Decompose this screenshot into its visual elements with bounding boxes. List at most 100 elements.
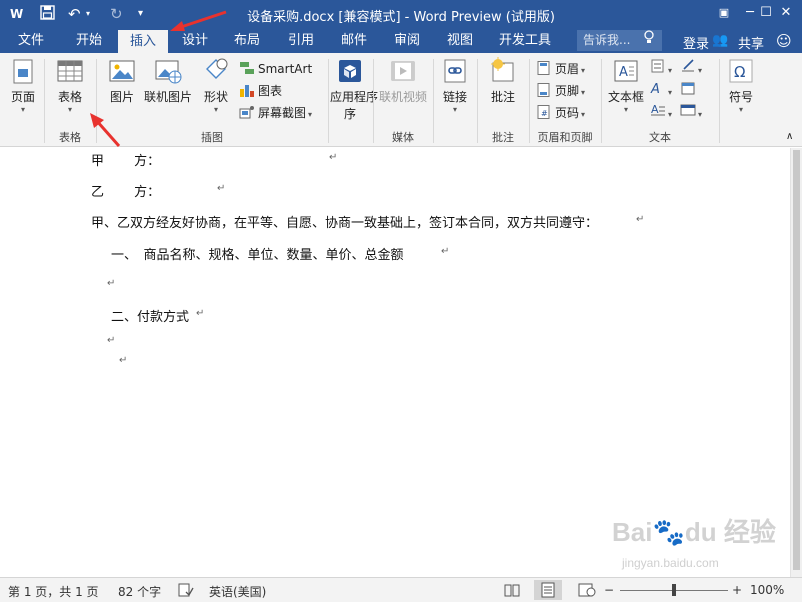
- signature-line-icon[interactable]: ▾: [680, 59, 702, 79]
- group-illustrations: 图片 联机图片 形状 ▾ SmartArt 图表 屏幕截图 ▾ 插图: [97, 53, 327, 147]
- chevron-down-icon: ▾: [581, 110, 586, 119]
- tab-layout[interactable]: 布局: [224, 29, 270, 53]
- zoom-out-icon[interactable]: −: [604, 583, 614, 597]
- chart-button[interactable]: 图表: [239, 81, 282, 101]
- textbox-icon: A: [612, 57, 640, 85]
- print-layout-icon[interactable]: [534, 580, 562, 600]
- share-button[interactable]: 共享: [738, 33, 764, 52]
- tab-view[interactable]: 视图: [437, 29, 483, 53]
- close-icon[interactable]: ✕: [776, 4, 796, 22]
- paragraph-mark: ↵: [329, 152, 338, 163]
- drop-cap-icon[interactable]: A ▾: [650, 103, 672, 123]
- chevron-down-icon: ▾: [20, 105, 25, 114]
- collapse-ribbon-icon[interactable]: ∧: [786, 127, 793, 147]
- chevron-down-icon: ▾: [668, 66, 673, 75]
- paragraph-mark: ↵: [441, 246, 450, 257]
- tab-home[interactable]: 开始: [66, 29, 112, 53]
- screenshot-icon: [239, 105, 255, 119]
- screenshot-button[interactable]: 屏幕截图 ▾: [239, 103, 312, 123]
- svg-text:A: A: [650, 82, 660, 95]
- svg-text:Ω: Ω: [734, 63, 745, 81]
- tab-developer[interactable]: 开发工具: [494, 29, 556, 53]
- group-media: 联机视频 媒体: [374, 53, 432, 147]
- store-icon: [336, 57, 364, 85]
- share-people-icon[interactable]: 👥: [712, 33, 728, 48]
- sign-in-link[interactable]: 登录: [683, 33, 709, 52]
- chart-label: 图表: [258, 84, 283, 98]
- party-a-line: 甲 方：: [91, 154, 161, 169]
- tab-mailings[interactable]: 邮件: [331, 29, 377, 53]
- status-bar: 第 1 页，共 1 页 82 个字 英语(美国) − + 100%: [0, 577, 802, 602]
- group-label-illustrations: 插图: [201, 131, 223, 144]
- footer-button[interactable]: 页脚 ▾: [536, 81, 585, 101]
- baidu-watermark-logo: Bai🐾du 经验: [612, 517, 776, 547]
- comment-button[interactable]: 批注: [486, 57, 520, 105]
- separator: [719, 59, 720, 143]
- paragraph-mark: ↵: [217, 183, 226, 194]
- title-bar: W ↶ ▾ ↻ ▾ 设备采购.docx [兼容模式] - Word Previe…: [0, 0, 802, 29]
- section-two-heading: 二、付款方式: [111, 310, 190, 325]
- zoom-slider-thumb[interactable]: [672, 584, 676, 596]
- links-button[interactable]: 链接 ▾: [437, 57, 473, 115]
- header-icon: [536, 61, 552, 75]
- word-window: W ↶ ▾ ↻ ▾ 设备采购.docx [兼容模式] - Word Previe…: [0, 0, 802, 602]
- smiley-feedback-icon[interactable]: ☺: [776, 32, 792, 50]
- header-button[interactable]: 页眉 ▾: [536, 59, 585, 79]
- symbol-button[interactable]: Ω 符号 ▾: [724, 57, 758, 115]
- proofing-icon[interactable]: [178, 583, 194, 600]
- page-number-button[interactable]: # 页码 ▾: [536, 103, 585, 123]
- smartart-button[interactable]: SmartArt: [239, 59, 312, 79]
- pages-button[interactable]: 页面 ▾: [6, 57, 40, 115]
- chevron-down-icon: ▾: [67, 105, 72, 114]
- tab-design[interactable]: 设计: [172, 29, 218, 53]
- chevron-down-icon: ▾: [668, 88, 673, 97]
- wordart-icon[interactable]: A ▾: [650, 81, 672, 101]
- chevron-down-icon: ▾: [738, 105, 743, 114]
- party-b-line: 乙 方：: [91, 185, 161, 200]
- page-icon: [9, 57, 37, 85]
- page-count[interactable]: 第 1 页，共 1 页: [8, 583, 99, 600]
- omega-icon: Ω: [727, 57, 755, 85]
- addins-label: 应用程序: [330, 90, 379, 104]
- tab-insert[interactable]: 插入: [118, 30, 168, 53]
- tab-review[interactable]: 审阅: [384, 29, 430, 53]
- tell-me-search[interactable]: 告诉我...: [577, 30, 662, 51]
- tell-me-text: 告诉我...: [583, 33, 631, 47]
- addins-button[interactable]: 应用程序 序: [330, 57, 379, 122]
- tab-references[interactable]: 引用: [278, 29, 324, 53]
- zoom-in-icon[interactable]: +: [732, 583, 742, 597]
- chevron-down-icon: ▾: [581, 88, 586, 97]
- web-layout-icon[interactable]: [578, 583, 596, 600]
- group-label-header-footer: 页眉和页脚: [537, 131, 593, 144]
- smartart-label: SmartArt: [258, 62, 313, 76]
- pages-label: 页面: [10, 90, 35, 104]
- chevron-down-icon: ▾: [623, 105, 628, 114]
- paragraph-mark: ↵: [107, 335, 116, 346]
- picture-button[interactable]: 图片: [105, 57, 139, 105]
- read-mode-icon[interactable]: [504, 583, 520, 600]
- date-time-icon[interactable]: [680, 81, 696, 101]
- paragraph-mark: ↵: [636, 214, 645, 225]
- zoom-level[interactable]: 100%: [750, 583, 784, 597]
- table-button[interactable]: 表格 ▾: [53, 57, 87, 115]
- language[interactable]: 英语(美国): [209, 583, 266, 600]
- quick-parts-icon[interactable]: ▾: [650, 59, 672, 79]
- object-icon[interactable]: ▾: [680, 103, 702, 123]
- chevron-down-icon: ▾: [668, 110, 673, 119]
- online-video-button[interactable]: 联机视频: [378, 57, 428, 105]
- vertical-scrollbar[interactable]: [790, 148, 802, 577]
- scroll-thumb[interactable]: [793, 150, 800, 570]
- textbox-button[interactable]: A 文本框 ▾: [606, 57, 646, 115]
- word-count[interactable]: 82 个字: [118, 583, 161, 600]
- paragraph-mark: ↵: [196, 308, 205, 319]
- chevron-down-icon: ▾: [698, 66, 703, 75]
- restore-ribbon-icon[interactable]: ▣: [714, 4, 734, 22]
- comment-label: 批注: [490, 90, 515, 104]
- tab-file[interactable]: 文件: [8, 29, 54, 53]
- shapes-button[interactable]: 形状 ▾: [199, 57, 233, 115]
- intro-paragraph: 甲、乙双方经友好协商，在平等、自愿、协商一致基础上，签订本合同，双方共同遵守：: [91, 216, 599, 231]
- ribbon-tabs: 文件 开始 插入 设计 布局 引用 邮件 审阅 视图 开发工具 告诉我... 登…: [0, 29, 802, 53]
- group-tables: 表格 ▾ 表格: [45, 53, 95, 147]
- paragraph-mark: ↵: [107, 278, 116, 289]
- online-picture-button[interactable]: 联机图片: [143, 57, 193, 105]
